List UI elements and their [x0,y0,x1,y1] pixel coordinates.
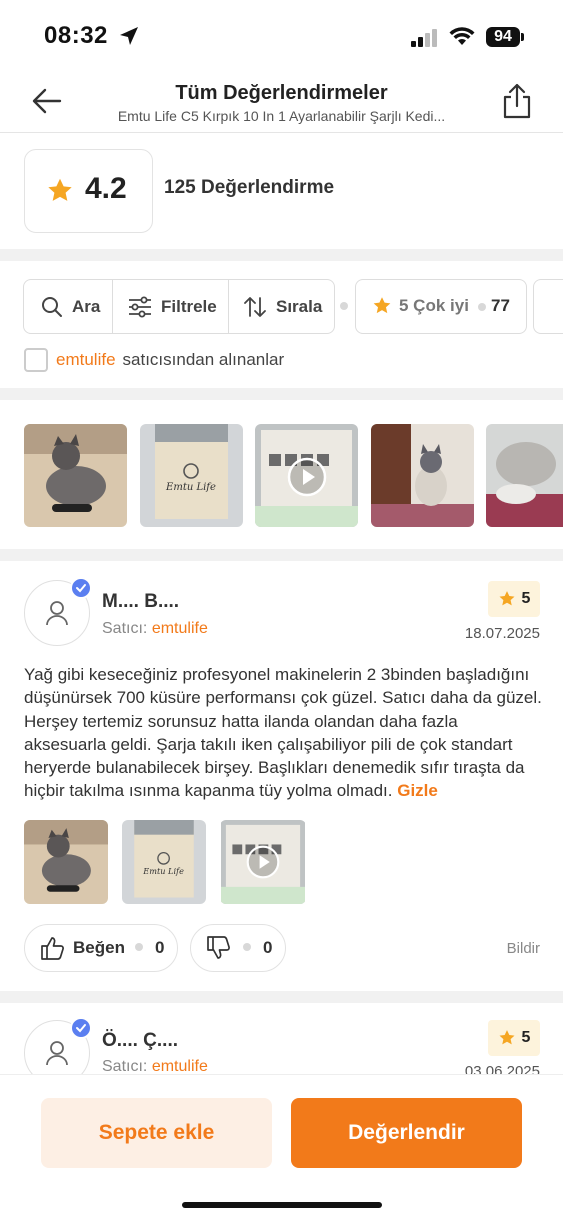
play-icon [287,457,327,497]
write-review-button[interactable]: Değerlendir [291,1098,522,1168]
report-link[interactable]: Bildir [507,940,540,957]
divider [228,280,229,333]
seller-label: Satıcı: [102,1058,148,1074]
review-card: Ö.... Ç.... Satıcı: emtulife 5 03.06.202… [0,1003,563,1074]
review-score-badge: 5 [488,581,540,617]
gallery-video[interactable] [255,424,358,527]
brand-logo-text: Emtu Life [142,866,184,876]
play-icon [246,845,280,879]
product-name: Emtu Life C5 Kırpık 10 In 1 Ayarlanabili… [117,108,446,124]
seller-link[interactable]: emtulife [152,620,208,637]
dislike-button[interactable]: 0 [190,924,286,972]
review-card: M.... B.... Satıcı: emtulife 5 18.07.202… [0,561,563,991]
star-icon [499,1030,515,1045]
clock: 08:32 [44,22,108,49]
battery-indicator: 94 [486,27,520,47]
reviewer-name: Ö.... Ç.... [102,1030,179,1051]
like-label: Beğen [73,938,125,957]
sort-arrows-icon [244,296,266,317]
divider [0,991,563,1003]
user-icon [46,1041,68,1066]
like-button[interactable]: Beğen 0 [24,924,178,972]
wifi-icon [449,27,475,45]
sort-button[interactable]: Sırala [242,280,322,333]
seller-filter: emtulife satıcısından alınanlar [24,348,284,372]
star-chip-label: 5 Çok iyi [399,296,469,315]
sort-label: Sırala [276,296,323,316]
divider [0,249,563,261]
review-seller: Satıcı: emtulife [102,1058,208,1074]
review-score-badge: 5 [488,1020,540,1056]
seller-name: emtulife [56,350,116,369]
seller-link[interactable]: emtulife [152,1058,208,1074]
review-photo-clipper[interactable]: Emtu Life [122,820,206,904]
gallery-photo-siamese-cat[interactable] [371,424,474,527]
user-icon [46,601,68,626]
filter-label: Filtrele [161,296,217,316]
divider [112,280,113,333]
star-icon [48,178,72,201]
separator-dot [243,943,251,951]
separator-dot [478,303,486,311]
like-count: 0 [155,938,165,957]
next-filter-chip[interactable] [533,279,563,334]
media-gallery: Emtu Life [24,424,563,527]
thumbs-up-icon [41,937,64,960]
separator-dot [135,943,143,951]
thumbs-down-icon [207,936,230,959]
review-text: Yağ gibi keseceğiniz profesyonel makinel… [24,663,544,803]
verified-badge-icon [70,577,92,599]
verified-badge-icon [70,1017,92,1039]
tool-group: Ara Filtrele Sırala [23,279,335,334]
separator-dot [340,302,348,310]
gallery-photo-clipper[interactable]: Emtu Life [140,424,243,527]
dislike-count: 0 [263,938,273,957]
average-rating: 4.2 [85,172,127,205]
review-score: 5 [521,590,531,607]
review-photo-cat[interactable] [24,820,108,904]
gallery-photo-cat-fur[interactable] [486,424,563,527]
search-button[interactable]: Ara [40,280,100,333]
status-bar: 08:32 94 [0,0,563,70]
search-icon [42,296,62,317]
divider [0,549,563,561]
battery-tip [521,33,524,41]
filter-button[interactable]: Filtrele [127,280,217,333]
hide-text-link[interactable]: Gizle [397,781,438,800]
star-icon [373,297,391,314]
star-chip-count: 77 [491,296,510,315]
seller-label: Satıcı: [102,620,148,637]
divider [0,388,563,400]
star-icon [499,591,515,606]
seller-filter-checkbox[interactable] [24,348,48,372]
review-date: 03.06.2025 [464,1063,540,1074]
review-date: 18.07.2025 [464,625,540,642]
bottom-action-bar: Sepete ekle Değerlendir [0,1074,563,1220]
review-body: Yağ gibi keseceğiniz profesyonel makinel… [24,665,542,801]
review-count: 125 Değerlendirme [164,177,335,198]
search-label: Ara [72,296,101,316]
review-seller: Satıcı: emtulife [102,620,208,638]
review-video[interactable] [220,820,306,904]
share-icon[interactable] [500,82,534,120]
average-rating-box: 4.2 [24,149,153,233]
reviewer-name: M.... B.... [102,591,180,612]
five-star-filter-chip[interactable]: 5 Çok iyi 77 [355,279,527,334]
sliders-icon [129,296,151,317]
seller-filter-label: satıcısından alınanlar [122,350,285,369]
brand-logo-text: Emtu Life [165,482,216,493]
page-title: Tüm Değerlendirmeler [175,82,388,104]
rating-summary: 4.2 125 Değerlendirme [0,133,563,249]
add-to-cart-button[interactable]: Sepete ekle [41,1098,272,1168]
home-indicator[interactable] [182,1202,382,1208]
location-arrow-icon [120,27,138,45]
page-header: Tüm Değerlendirmeler Emtu Life C5 Kırpık… [0,70,563,133]
gallery-photo-cat[interactable] [24,424,127,527]
cellular-signal-icon [411,29,437,47]
review-score: 5 [521,1029,531,1046]
